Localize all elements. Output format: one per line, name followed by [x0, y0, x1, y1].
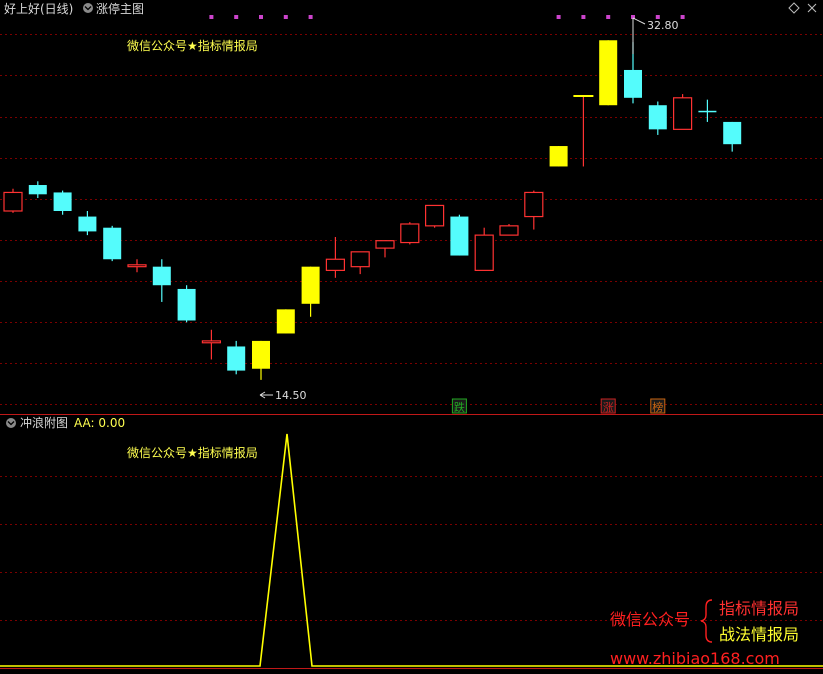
aa-series-line — [0, 433, 823, 667]
candle-body — [698, 110, 717, 113]
candle — [103, 225, 122, 262]
candle — [127, 259, 147, 273]
candle — [78, 211, 97, 236]
low-price-arrow-icon — [259, 391, 273, 399]
candle — [723, 121, 742, 152]
candle — [524, 190, 544, 230]
candle — [152, 259, 171, 302]
candle-body — [524, 191, 544, 218]
signal-marker: 榜 — [650, 398, 666, 414]
diamond-icon[interactable] — [788, 2, 800, 14]
candle — [672, 94, 693, 130]
window-close-icon[interactable] — [807, 3, 817, 13]
sub-watermark: 微信公众号★指标情报局 — [127, 445, 258, 460]
top-dots-layer — [209, 15, 685, 19]
candle — [53, 190, 72, 215]
candle-body — [301, 266, 320, 304]
brand-left: 微信公众号 — [610, 610, 690, 629]
candle — [549, 146, 568, 167]
candle-layer — [3, 40, 742, 380]
top-dot — [308, 15, 313, 19]
brand-right-top: 指标情报局 — [719, 599, 799, 618]
candle — [425, 204, 445, 228]
sub-indicator-layer — [0, 433, 823, 667]
candle-body — [252, 340, 270, 369]
candle-body — [276, 309, 295, 334]
top-dot — [234, 15, 239, 19]
candle — [201, 329, 221, 360]
candle-body — [53, 192, 72, 211]
candle-body — [599, 40, 618, 106]
candle-body — [152, 266, 171, 286]
signal-marker: 跌 — [451, 398, 467, 414]
stock-title: 好上好(日线) — [4, 2, 73, 16]
candle-body — [325, 258, 345, 271]
low-price-label: 14.50 — [275, 389, 307, 402]
brand-url: www.zhibiao168.com — [610, 649, 780, 668]
candle-body — [624, 69, 642, 98]
candle-body — [177, 288, 196, 321]
candle-body — [499, 225, 519, 236]
top-dot — [606, 15, 611, 19]
candle-body — [375, 240, 395, 249]
top-dot — [209, 15, 214, 19]
candle-body — [549, 146, 568, 167]
brand-right-bottom: 战法情报局 — [719, 625, 799, 644]
sub-value-label: AA: 0.00 — [74, 416, 125, 430]
high-price-label: 32.80 — [647, 19, 679, 32]
sub-collapse-icon[interactable] — [6, 418, 16, 428]
candle — [252, 340, 270, 380]
indicator-name[interactable]: 涨停主图 — [96, 1, 144, 16]
candle — [301, 266, 320, 317]
candle-body — [227, 346, 246, 371]
candle — [276, 309, 295, 334]
chart-canvas: 跌 涨 榜 好上好(日线) 涨停主图 微信公众号★指标情报局 32.80 14.50… — [0, 1, 823, 669]
candle — [499, 223, 519, 236]
candle — [599, 40, 618, 106]
candle-body — [350, 251, 370, 268]
candle-body — [474, 234, 494, 271]
candle-body — [425, 204, 445, 227]
candle — [573, 94, 594, 167]
signal-marker-text: 榜 — [652, 400, 663, 414]
signal-marker: 涨 — [600, 398, 616, 414]
candle-body — [400, 223, 420, 244]
candle-body — [127, 264, 147, 268]
candle-body — [28, 185, 47, 195]
signal-marker-layer: 跌涨榜 — [451, 398, 666, 414]
candle — [350, 251, 370, 275]
candle-body — [672, 97, 693, 130]
candle-body — [450, 216, 469, 256]
candle — [177, 285, 196, 323]
candle-body — [78, 216, 97, 232]
candle — [400, 222, 420, 245]
collapse-icon[interactable] — [83, 3, 93, 13]
top-dot — [581, 15, 586, 19]
candle — [325, 236, 345, 278]
candle — [3, 188, 23, 213]
sub-panel-title[interactable]: 冲浪附图 — [20, 415, 68, 430]
candle — [28, 181, 47, 199]
top-dot — [680, 15, 685, 19]
candle-body — [3, 191, 23, 212]
candle — [450, 214, 469, 256]
candle-body — [103, 227, 122, 260]
candle — [227, 340, 246, 375]
main-watermark: 微信公众号★指标情报局 — [127, 38, 258, 53]
candle — [648, 101, 667, 135]
candle-body — [723, 121, 742, 145]
candle — [375, 240, 395, 258]
high-price-arrow-icon — [632, 17, 646, 54]
grid-layer — [0, 34, 823, 669]
signal-marker-text: 跌 — [454, 400, 465, 414]
candle — [474, 227, 494, 271]
signal-marker-text: 涨 — [603, 401, 614, 414]
candle — [698, 99, 717, 122]
top-dot — [283, 15, 288, 19]
top-dot — [556, 15, 561, 19]
candle-body — [648, 105, 667, 130]
top-dot — [259, 15, 263, 19]
candle-body — [201, 340, 221, 344]
